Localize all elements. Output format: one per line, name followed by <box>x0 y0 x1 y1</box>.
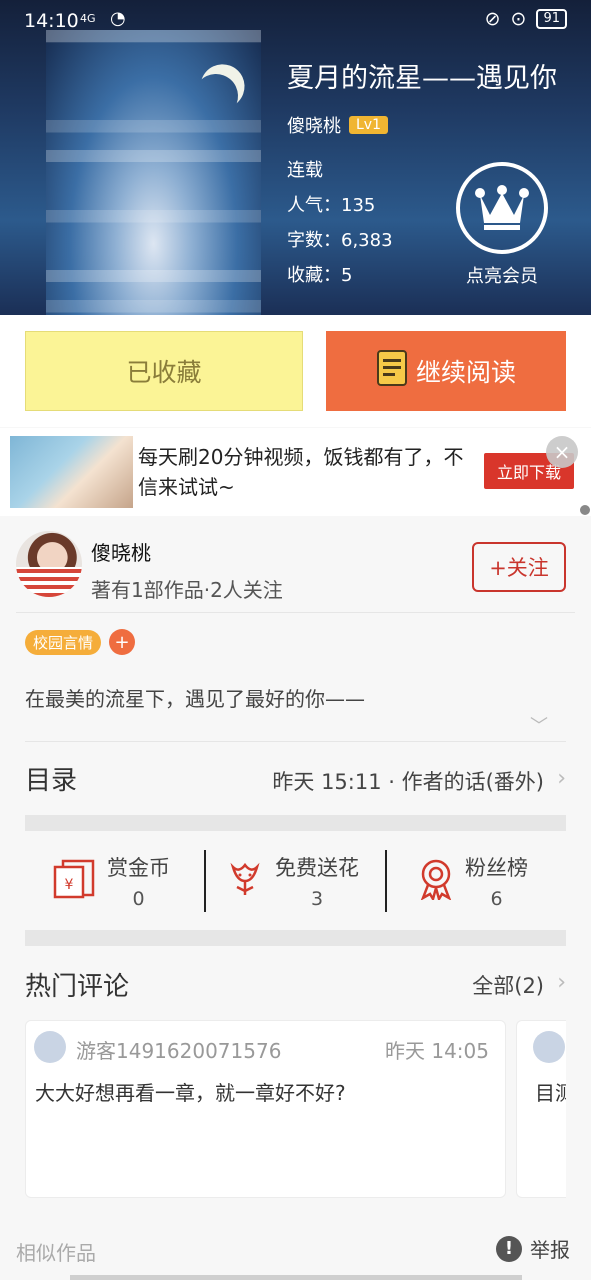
add-tag-button[interactable]: + <box>109 629 136 655</box>
battery-icon: 91 <box>536 9 567 29</box>
book-status: 连载 <box>287 160 323 181</box>
ad-text: 每天刷20分钟视频，饭钱都有了，不信来试试~ <box>138 445 464 499</box>
action-bar: 已收藏 继续阅读 <box>0 315 591 427</box>
comment-text: 目测 <box>535 1081 566 1105</box>
tag-row: 校园言情 + <box>25 629 136 655</box>
report-button[interactable]: ! 举报 <box>496 1234 570 1263</box>
report-label: 举报 <box>530 1238 570 1262</box>
stat-fan-ranking[interactable]: 粉丝榜 6 <box>417 832 528 930</box>
book-title: 夏月的流星——遇见你 <box>287 63 557 94</box>
book-author-row: 傻晓桃 Lv1 <box>287 112 388 138</box>
stat-flowers-label: 免费送花 <box>275 856 359 880</box>
stat-flowers[interactable]: 免费送花 3 <box>225 832 359 930</box>
book-cover-image[interactable] <box>46 30 261 315</box>
chevron-right-icon[interactable]: › <box>557 970 566 995</box>
toc-latest-chapter: 昨天 15:11 · 作者的话(番外) <box>272 770 544 794</box>
book-author[interactable]: 傻晓桃 <box>287 112 341 138</box>
comment-text: 大大好想再看一章，就一章好不好? <box>35 1081 346 1105</box>
avatar-shirt <box>16 567 82 597</box>
book-popularity: 人气：135 <box>287 195 376 216</box>
table-of-contents-row[interactable]: 目录 昨天 15:11 · 作者的话(番外) › <box>25 760 566 802</box>
level-badge: Lv1 <box>349 116 388 134</box>
stat-fan-ranking-label: 粉丝榜 <box>465 856 528 880</box>
all-comments-link[interactable]: 全部(2) <box>472 970 544 1000</box>
avatar[interactable] <box>16 531 82 597</box>
user-avatar-icon <box>533 1031 565 1063</box>
stat-flowers-text: 免费送花 3 <box>275 852 359 910</box>
stat-reward-value: 0 <box>132 888 145 910</box>
divider <box>16 612 575 613</box>
stat-reward-text: 赏金币 0 <box>107 852 170 910</box>
warning-icon: ! <box>496 1235 522 1262</box>
chevron-right-icon: › <box>557 766 566 791</box>
continue-reading-label: 继续阅读 <box>415 358 516 387</box>
book-favorites: 收藏：5 <box>287 265 353 286</box>
section-separator <box>25 930 566 946</box>
reward-coin-icon: ¥ <box>53 859 97 903</box>
crown-icon <box>456 162 548 254</box>
hot-comments-header: 热门评论 全部(2) › <box>25 966 566 1006</box>
similar-works-label: 相似作品 <box>16 1241 96 1265</box>
book-word-count: 字数：6,383 <box>287 230 393 251</box>
vip-button[interactable]: 点亮会员 <box>454 162 550 288</box>
hot-comments-title: 热门评论 <box>25 972 130 1002</box>
comment-card[interactable]: 目测 <box>516 1020 566 1198</box>
status-time: 14:10 <box>24 10 79 32</box>
lock-icon: ⊙ <box>510 8 527 30</box>
svg-text:¥: ¥ <box>65 877 74 893</box>
stats-divider <box>204 850 206 912</box>
cover-stars <box>46 30 261 315</box>
book-icon <box>376 349 408 393</box>
author-name: 傻晓桃 <box>91 541 151 565</box>
follow-button[interactable]: +关注 <box>472 542 566 592</box>
stats-row: ¥ 赏金币 0 免费送花 3 粉丝榜 6 <box>25 832 566 930</box>
stats-divider <box>385 850 387 912</box>
stat-reward[interactable]: ¥ 赏金币 0 <box>53 832 170 930</box>
book-intro: 在最美的流星下，遇见了最好的你—— <box>25 687 365 711</box>
bottom-strip <box>70 1275 522 1280</box>
wifi-icon: ◔ <box>110 8 126 29</box>
comment-card[interactable]: 游客1491620071576 昨天 14:05 大大好想再看一章，就一章好不好… <box>25 1020 506 1198</box>
stat-reward-label: 赏金币 <box>107 856 170 880</box>
favorited-button[interactable]: 已收藏 <box>25 331 303 411</box>
book-header: 14:10 4G ◔ ⊘ ⊙ 91 夏月的流星——遇见你 傻晓桃 Lv1 连载 … <box>0 0 591 315</box>
ad-banner[interactable]: 每天刷20分钟视频，饭钱都有了，不信来试试~ 立即下载 <box>0 428 591 516</box>
status-icons: ⊘ ⊙ 91 <box>485 8 567 30</box>
section-separator <box>25 815 566 831</box>
vip-label: 点亮会员 <box>466 266 538 287</box>
ad-image <box>10 436 133 508</box>
flower-icon <box>225 859 265 903</box>
chevron-down-icon[interactable]: ﹀ <box>530 712 548 738</box>
toc-title: 目录 <box>25 766 78 796</box>
stat-flowers-value: 3 <box>310 888 324 910</box>
status-network: 4G <box>80 12 96 25</box>
stat-fan-ranking-value: 6 <box>490 888 503 910</box>
author-summary: 著有1部作品·2人关注 <box>91 578 283 602</box>
stat-fan-ranking-text: 粉丝榜 6 <box>465 852 528 910</box>
status-bar: 14:10 4G ◔ ⊘ ⊙ 91 <box>0 0 591 44</box>
vibrate-icon: ⊘ <box>484 8 501 30</box>
user-avatar-icon <box>34 1031 66 1063</box>
comment-user: 游客1491620071576 <box>76 1039 282 1063</box>
comment-time: 昨天 14:05 <box>385 1039 489 1063</box>
medal-icon <box>417 858 455 904</box>
ad-info-icon[interactable] <box>580 505 590 515</box>
divider <box>25 741 566 742</box>
continue-reading-button[interactable]: 继续阅读 <box>326 331 566 411</box>
tag-campus-romance[interactable]: 校园言情 <box>25 629 102 655</box>
author-card[interactable]: 傻晓桃 著有1部作品·2人关注 +关注 <box>0 517 591 612</box>
close-icon[interactable]: × <box>546 436 578 468</box>
